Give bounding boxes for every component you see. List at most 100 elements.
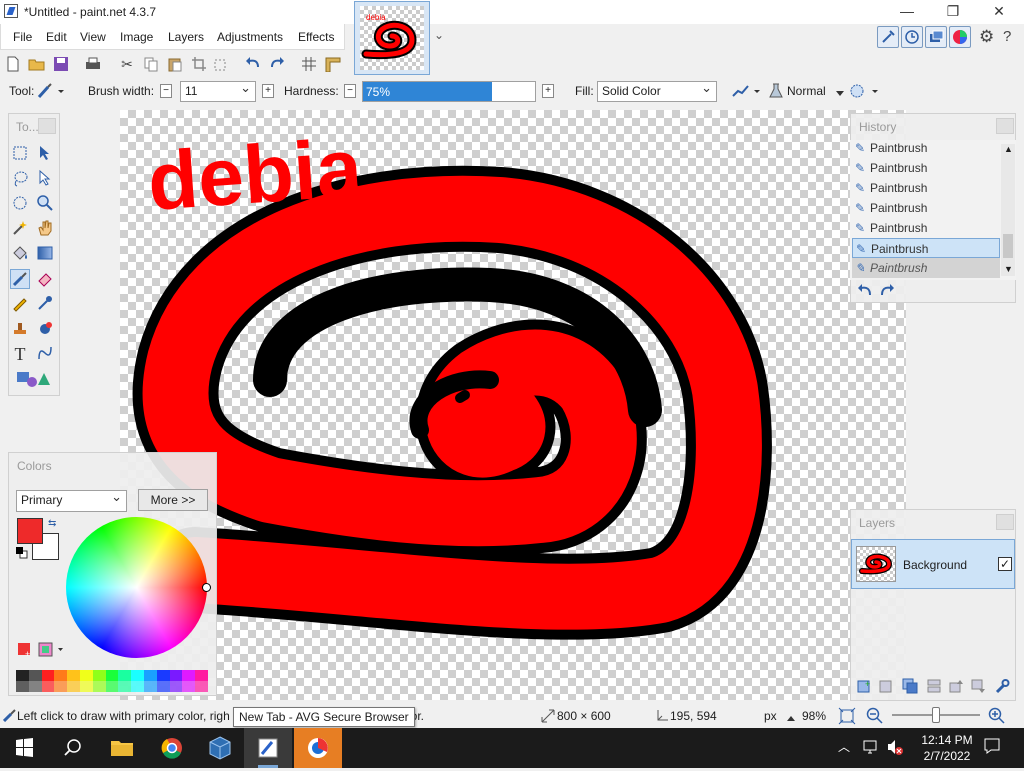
- palette-swatch-tint[interactable]: [156, 681, 170, 692]
- menu-effects[interactable]: Effects: [298, 30, 334, 44]
- palette-swatch-tint[interactable]: [92, 681, 106, 692]
- menu-edit[interactable]: Edit: [46, 30, 67, 44]
- file-explorer-icon[interactable]: [98, 728, 146, 768]
- palette-swatch[interactable]: [28, 670, 42, 681]
- palette-swatch[interactable]: [54, 670, 68, 681]
- palette-swatch[interactable]: [16, 670, 29, 681]
- redo-icon[interactable]: [268, 56, 286, 72]
- unit-select[interactable]: px: [764, 709, 777, 723]
- brush-width-increase-icon[interactable]: +: [262, 84, 274, 98]
- shapes-tool-icon[interactable]: [16, 369, 56, 389]
- blend-mode-dropdown-icon[interactable]: [836, 86, 844, 100]
- palette-swatch-tint[interactable]: [79, 681, 93, 692]
- palette-swatch-tint[interactable]: [41, 681, 55, 692]
- gradient-tool-icon[interactable]: [35, 244, 55, 264]
- history-panel-close-button[interactable]: [996, 118, 1014, 134]
- add-to-palette-icon[interactable]: +: [17, 642, 33, 659]
- pencil-tool-icon[interactable]: [10, 294, 30, 314]
- deselect-icon[interactable]: [212, 56, 230, 72]
- history-redo-icon[interactable]: [878, 284, 896, 301]
- notifications-icon[interactable]: [982, 736, 1002, 759]
- move-selection-tool-icon[interactable]: [35, 144, 55, 164]
- tools-panel-toggle-icon[interactable]: [877, 26, 899, 48]
- palette-swatch[interactable]: [41, 670, 55, 681]
- layer-visibility-checkbox[interactable]: ✓: [998, 557, 1012, 571]
- line-curve-tool-icon[interactable]: [35, 344, 55, 364]
- palette-swatch-tint[interactable]: [28, 681, 42, 692]
- color-picker-tool-icon[interactable]: [35, 294, 55, 314]
- zoom-to-window-icon[interactable]: [838, 707, 856, 728]
- tab-expand-icon[interactable]: ⌄: [434, 28, 444, 42]
- palette-swatch-tint[interactable]: [169, 681, 183, 692]
- image-thumbnail[interactable]: debia: [360, 6, 424, 70]
- lasso-select-tool-icon[interactable]: [10, 169, 30, 189]
- history-item[interactable]: Paintbrush: [852, 158, 1000, 178]
- palette-swatch[interactable]: [169, 670, 183, 681]
- antialiasing-icon[interactable]: [730, 82, 764, 100]
- delete-layer-icon[interactable]: [878, 678, 894, 697]
- history-item[interactable]: Paintbrush: [852, 138, 1000, 158]
- fill-mode-select[interactable]: Solid Color: [597, 80, 717, 102]
- color-wheel-handle[interactable]: [202, 583, 211, 592]
- scroll-up-icon[interactable]: ▲: [1004, 144, 1013, 154]
- print-icon[interactable]: [84, 56, 102, 72]
- history-item[interactable]: Paintbrush: [852, 178, 1000, 198]
- palette-swatch[interactable]: [143, 670, 157, 681]
- network-icon[interactable]: [862, 738, 880, 759]
- zoom-tool-icon[interactable]: [35, 194, 55, 214]
- paint-bucket-tool-icon[interactable]: [10, 244, 30, 264]
- zoom-out-icon[interactable]: [866, 707, 884, 728]
- rectangle-select-tool-icon[interactable]: [10, 144, 30, 164]
- ellipse-select-tool-icon[interactable]: [10, 194, 30, 214]
- palette-swatch[interactable]: [131, 670, 144, 681]
- palette-swatch-tint[interactable]: [143, 681, 157, 692]
- avg-browser-taskbar-icon[interactable]: [294, 728, 342, 768]
- new-image-icon[interactable]: [4, 56, 22, 72]
- clock-date[interactable]: 2/7/2022: [912, 749, 982, 763]
- grid-icon[interactable]: [300, 56, 318, 72]
- menu-image[interactable]: Image: [120, 30, 153, 44]
- show-hidden-icons-icon[interactable]: ︿: [838, 738, 850, 755]
- magic-wand-tool-icon[interactable]: [10, 219, 30, 239]
- more-colors-button[interactable]: More >>: [138, 489, 208, 511]
- history-item-redo[interactable]: Paintbrush: [852, 258, 1000, 278]
- palette-swatch-tint[interactable]: [105, 681, 119, 692]
- paste-icon[interactable]: [166, 56, 184, 72]
- ruler-icon[interactable]: [324, 56, 342, 73]
- color-mode-select[interactable]: Primary: [16, 489, 127, 512]
- colors-panel-toggle-icon[interactable]: [949, 26, 971, 48]
- hardness-increase-icon[interactable]: +: [542, 84, 554, 98]
- search-icon[interactable]: [48, 728, 96, 768]
- tool-selector[interactable]: [36, 82, 68, 100]
- zoom-level[interactable]: 98%: [802, 709, 826, 723]
- pan-tool-icon[interactable]: [35, 219, 55, 239]
- history-scrollbar-thumb[interactable]: [1003, 234, 1013, 258]
- menu-layers[interactable]: Layers: [168, 30, 204, 44]
- clock-time[interactable]: 12:14 PM: [912, 733, 982, 747]
- palette-menu-icon[interactable]: [38, 642, 64, 658]
- selection-mode-icon[interactable]: [848, 82, 882, 100]
- blend-mode-value[interactable]: Normal: [787, 84, 826, 98]
- history-item-selected[interactable]: Paintbrush: [852, 238, 1000, 259]
- virtualbox-icon[interactable]: [196, 728, 244, 768]
- menu-file[interactable]: File: [13, 30, 32, 44]
- tools-panel-close-button[interactable]: [38, 118, 56, 134]
- menu-adjustments[interactable]: Adjustments: [217, 30, 283, 44]
- unit-dropdown-icon[interactable]: [787, 711, 795, 725]
- open-icon[interactable]: [28, 56, 46, 72]
- palette-swatch[interactable]: [92, 670, 106, 681]
- blend-mode-flask-icon[interactable]: [768, 82, 784, 100]
- palette-swatch[interactable]: [156, 670, 170, 681]
- move-layer-down-icon[interactable]: [970, 678, 986, 697]
- brush-width-field[interactable]: 11: [180, 80, 256, 102]
- history-panel-toggle-icon[interactable]: [901, 26, 923, 48]
- history-scrollbar[interactable]: ▲ ▼: [1001, 144, 1015, 276]
- minimize-button[interactable]: —: [884, 0, 930, 24]
- menu-view[interactable]: View: [80, 30, 106, 44]
- zoom-in-icon[interactable]: [988, 707, 1006, 728]
- palette-swatch-tint[interactable]: [118, 681, 132, 692]
- palette-swatch-tint[interactable]: [16, 681, 29, 692]
- palette-swatch[interactable]: [182, 670, 196, 681]
- merge-layer-down-icon[interactable]: [926, 678, 942, 697]
- layers-panel-toggle-icon[interactable]: [925, 26, 947, 48]
